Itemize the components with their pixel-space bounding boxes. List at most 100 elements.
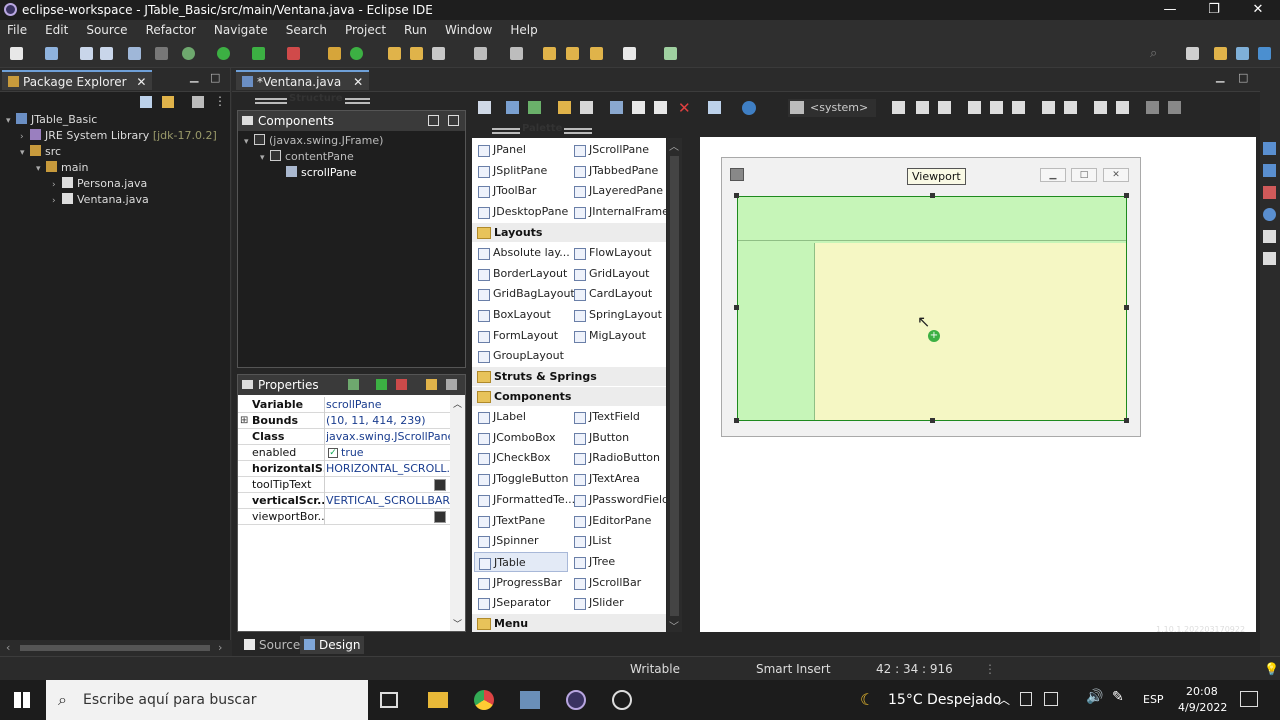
menu-window[interactable]: Window (436, 23, 501, 37)
comp-tree-contentpane[interactable]: ▾ contentPane (260, 149, 354, 165)
back-icon[interactable] (590, 47, 603, 60)
prev-annotation-icon[interactable] (543, 47, 556, 60)
coverage-icon[interactable] (252, 47, 265, 60)
scroll-thumb[interactable] (670, 156, 679, 616)
edit-dialog-icon[interactable] (434, 511, 446, 523)
palette-item[interactable]: JToggleButton (474, 469, 568, 489)
look-and-feel-select[interactable]: <system> (788, 99, 876, 117)
palette-item[interactable]: SpringLayout (570, 305, 666, 325)
palette-item[interactable]: JLayeredPane (570, 181, 666, 201)
same-width-icon[interactable] (1042, 101, 1055, 114)
align-top-icon[interactable] (968, 101, 981, 114)
undo-icon[interactable] (558, 101, 571, 114)
comp-tree-jframe[interactable]: ▾ (javax.swing.JFrame) (244, 133, 383, 149)
comp-tree-scrollpane[interactable]: scrollPane (286, 165, 357, 181)
frame-maximize-button[interactable]: □ (1071, 168, 1097, 182)
forward-icon[interactable] (623, 47, 636, 60)
new-java-project-icon[interactable] (328, 47, 341, 60)
tray-chevron-icon[interactable]: ︿ (998, 691, 1010, 708)
collapse-all-icon[interactable] (448, 115, 459, 126)
clock-time[interactable]: 20:08 (1186, 685, 1218, 698)
close-tab-icon[interactable]: ✕ (353, 75, 363, 89)
debug-perspective-icon[interactable] (1236, 47, 1249, 60)
externalize-icon[interactable] (506, 101, 519, 114)
align-bottom-icon[interactable] (1012, 101, 1025, 114)
menu-navigate[interactable]: Navigate (205, 23, 277, 37)
redo-icon[interactable] (580, 101, 593, 114)
scroll-up-icon[interactable]: ︿ (669, 138, 679, 153)
palette-item[interactable]: JFormattedTe... (474, 490, 575, 510)
collapse-all-icon[interactable] (140, 96, 152, 108)
horizontal-scrollbar[interactable]: ‹ › (0, 640, 231, 656)
tree-ventana[interactable]: › Ventana.java (52, 192, 149, 208)
resize-handle[interactable] (930, 418, 935, 423)
center-horizontal-icon[interactable] (1146, 101, 1159, 114)
tab-design[interactable]: Design (300, 636, 365, 654)
palette-item[interactable]: FormLayout (474, 326, 568, 346)
show-advanced-icon[interactable] (396, 379, 407, 390)
resize-handle[interactable] (930, 193, 935, 198)
palette-item[interactable]: JTextPane (474, 511, 568, 531)
palette-item[interactable]: Absolute lay... (474, 243, 570, 263)
palette-item[interactable]: GroupLayout (474, 346, 568, 366)
tree-main[interactable]: ▾ main (36, 160, 88, 176)
palette-item[interactable]: JInternalFrame (570, 202, 666, 222)
new-icon[interactable] (10, 47, 23, 60)
problems-icon[interactable] (1263, 186, 1276, 199)
properties-scrollbar[interactable]: ︿ ﹀ (450, 395, 465, 631)
expand-icon[interactable]: ⊞ (240, 413, 248, 429)
external-tools-icon[interactable] (287, 47, 300, 60)
palette-item[interactable]: FlowLayout (570, 243, 666, 263)
palette-item[interactable]: JSpinner (474, 531, 568, 551)
prop-row-bounds[interactable]: ⊞ Bounds (10, 11, 414, 239) (238, 413, 450, 429)
palette-item[interactable]: MigLayout (570, 326, 666, 346)
palette-item[interactable]: JProgressBar (474, 573, 568, 593)
search-tool-icon[interactable] (432, 47, 445, 60)
scroll-thumb[interactable] (20, 645, 210, 651)
palette-item[interactable]: BorderLayout (474, 264, 568, 284)
align-center-icon[interactable] (916, 101, 929, 114)
tray-app-icon[interactable] (1020, 692, 1032, 706)
language-indicator[interactable]: ESP (1143, 693, 1164, 706)
palette-item[interactable]: JDesktopPane (474, 202, 568, 222)
menu-source[interactable]: Source (77, 23, 136, 37)
open-type-icon[interactable] (388, 47, 401, 60)
chrome-icon[interactable] (474, 690, 494, 710)
look-and-feel-icon[interactable] (742, 101, 756, 115)
prop-value[interactable]: true (341, 445, 465, 461)
menu-help[interactable]: Help (501, 23, 546, 37)
minimize-editor-icon[interactable]: ▁ (1216, 70, 1224, 83)
align-left-icon[interactable] (892, 101, 905, 114)
vmware-icon[interactable] (520, 691, 540, 709)
eclipse-taskbar-icon[interactable] (566, 690, 586, 710)
palette-item[interactable]: JList (570, 531, 666, 551)
status-menu-icon[interactable]: ⋮ (984, 662, 996, 676)
network-icon[interactable] (1044, 692, 1058, 706)
delete-icon[interactable]: ✕ (678, 99, 691, 117)
save-icon[interactable] (80, 47, 93, 60)
palette-item[interactable]: JScrollBar (570, 573, 666, 593)
pen-icon[interactable]: ✎ (1112, 689, 1124, 705)
space-horizontal-icon[interactable] (1094, 101, 1107, 114)
palette-item[interactable]: JToolBar (474, 181, 568, 201)
goto-definition-icon[interactable] (376, 379, 387, 390)
align-right-icon[interactable] (938, 101, 951, 114)
palette-item[interactable]: JTree (570, 552, 666, 572)
prop-row-horizontal-scrollbar[interactable]: horizontalS...HORIZONTAL_SCROLL... (238, 461, 450, 477)
edit-dialog-icon[interactable] (434, 479, 446, 491)
scroll-up-icon[interactable]: ︿ (453, 397, 462, 410)
maximize-editor-icon[interactable]: □ (1238, 71, 1248, 84)
view-menu-icon[interactable]: ⋮ (214, 94, 226, 108)
resize-handle[interactable] (1124, 193, 1129, 198)
palette-item[interactable]: JButton (570, 428, 666, 448)
palette-item[interactable]: JTextArea (570, 469, 666, 489)
menu-run[interactable]: Run (395, 23, 436, 37)
same-height-icon[interactable] (1064, 101, 1077, 114)
space-vertical-icon[interactable] (1116, 101, 1129, 114)
file-explorer-icon[interactable] (428, 692, 448, 708)
prop-row-class[interactable]: Class javax.swing.JScrollPane (238, 429, 450, 445)
declaration-icon[interactable] (1263, 230, 1276, 243)
git-perspective-icon[interactable] (1258, 47, 1271, 60)
tab-ventana-java[interactable]: *Ventana.java ✕ (236, 70, 370, 90)
palette-item[interactable]: JRadioButton (570, 448, 666, 468)
